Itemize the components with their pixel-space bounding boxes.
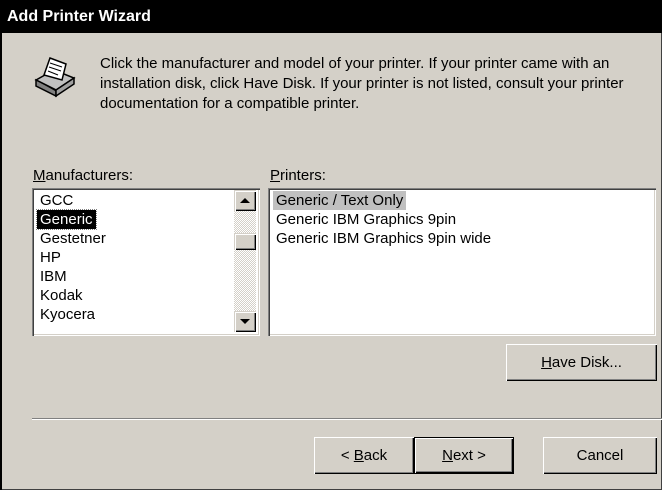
back-label: ack	[363, 447, 388, 464]
printer-item[interactable]: Generic IBM Graphics 9pin wide	[273, 229, 494, 248]
printers-accel: P	[270, 167, 281, 184]
arrow-down-icon	[240, 319, 250, 324]
instructions-text: Click the manufacturer and model of your…	[100, 55, 624, 112]
printers-label-text: rinters:	[280, 167, 326, 184]
manufacturer-item[interactable]: Kodak	[37, 286, 86, 305]
scroll-thumb[interactable]	[234, 233, 256, 250]
next-accel: N	[442, 447, 453, 464]
arrow-up-icon	[240, 198, 250, 203]
separator-line	[32, 418, 662, 420]
manufacturers-listbox[interactable]: GCC Generic Gestetner HP IBM Kodak Kyoce…	[32, 188, 260, 336]
next-label: ext >	[452, 447, 486, 464]
cancel-button[interactable]: Cancel	[543, 437, 657, 474]
printer-item-selected[interactable]: Generic / Text Only	[273, 191, 407, 210]
printer-item[interactable]: Generic IBM Graphics 9pin	[273, 210, 459, 229]
have-disk-button[interactable]: Have Disk...	[506, 344, 657, 381]
window-left-edge	[0, 33, 2, 490]
manufacturer-item[interactable]: IBM	[37, 267, 70, 286]
back-accel: B	[353, 447, 364, 464]
manufacturer-item[interactable]: HP	[37, 248, 64, 267]
manufacturers-label-text: anufacturers:	[45, 167, 134, 184]
manufacturers-label: Manufacturers:	[33, 167, 133, 184]
have-disk-accel: H	[541, 354, 552, 371]
next-button[interactable]: Next >	[414, 437, 514, 474]
have-disk-label: ave Disk...	[551, 354, 622, 371]
manufacturer-item[interactable]: Kyocera	[37, 305, 98, 324]
manufacturers-scrollbar[interactable]	[234, 190, 256, 332]
add-printer-wizard-window: Add Printer Wizard Click the manufacture…	[0, 0, 662, 490]
printer-icon	[34, 57, 76, 98]
printers-listbox[interactable]: Generic / Text Only Generic IBM Graphics…	[268, 188, 656, 336]
back-prefix: <	[340, 447, 354, 464]
back-button[interactable]: < Back	[314, 437, 414, 474]
window-title: Add Printer Wizard	[7, 8, 151, 25]
manufacturer-item[interactable]: Gestetner	[37, 229, 109, 248]
printers-label: Printers:	[270, 167, 326, 184]
scroll-up-button[interactable]	[234, 190, 256, 211]
scroll-down-button[interactable]	[234, 311, 256, 332]
manufacturer-item-selected[interactable]: Generic	[36, 209, 97, 230]
manufacturer-item[interactable]: GCC	[37, 191, 76, 210]
manufacturers-accel: M	[33, 167, 46, 184]
title-bar[interactable]: Add Printer Wizard	[0, 0, 662, 33]
